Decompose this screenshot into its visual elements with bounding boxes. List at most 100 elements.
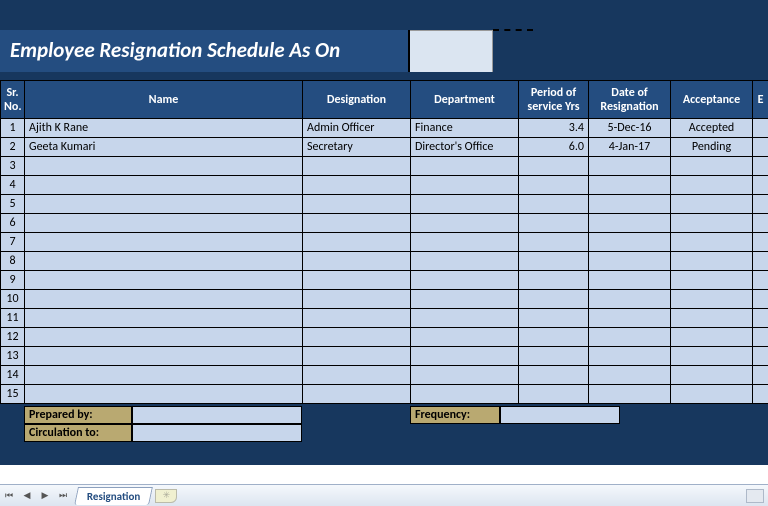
cell-department[interactable] <box>411 271 519 290</box>
cell-sr[interactable]: 9 <box>1 271 25 290</box>
cell-designation[interactable] <box>303 157 411 176</box>
table-row[interactable]: 2Geeta KumariSecretaryDirector's Office6… <box>1 138 768 157</box>
cell-name[interactable]: Ajith K Rane <box>25 119 303 138</box>
cell-extra[interactable] <box>753 157 768 176</box>
cell-sr[interactable]: 6 <box>1 214 25 233</box>
table-row[interactable]: 8 <box>1 252 768 271</box>
cell-period[interactable] <box>519 385 589 404</box>
cell-extra[interactable] <box>753 214 768 233</box>
cell-extra[interactable] <box>753 195 768 214</box>
cell-name[interactable] <box>25 176 303 195</box>
cell-resdate[interactable] <box>589 252 671 271</box>
col-header-department[interactable]: Department <box>411 81 519 119</box>
horizontal-scrollbar-stub[interactable] <box>746 489 764 503</box>
cell-sr[interactable]: 5 <box>1 195 25 214</box>
cell-department[interactable] <box>411 157 519 176</box>
frequency-value[interactable] <box>500 406 620 424</box>
cell-resdate[interactable] <box>589 309 671 328</box>
cell-designation[interactable] <box>303 233 411 252</box>
cell-department[interactable] <box>411 366 519 385</box>
cell-extra[interactable] <box>753 119 768 138</box>
cell-sr[interactable]: 15 <box>1 385 25 404</box>
cell-resdate[interactable] <box>589 385 671 404</box>
cell-acceptance[interactable] <box>671 271 753 290</box>
nav-first-icon[interactable]: ⏮ <box>0 487 18 505</box>
cell-acceptance[interactable]: Pending <box>671 138 753 157</box>
cell-period[interactable] <box>519 347 589 366</box>
cell-extra[interactable] <box>753 252 768 271</box>
table-row[interactable]: 6 <box>1 214 768 233</box>
cell-extra[interactable] <box>753 233 768 252</box>
cell-period[interactable] <box>519 328 589 347</box>
col-header-period[interactable]: Period of service Yrs <box>519 81 589 119</box>
cell-name[interactable] <box>25 271 303 290</box>
cell-period[interactable] <box>519 233 589 252</box>
cell-designation[interactable]: Secretary <box>303 138 411 157</box>
cell-period[interactable] <box>519 214 589 233</box>
cell-resdate[interactable] <box>589 214 671 233</box>
cell-name[interactable] <box>25 233 303 252</box>
cell-designation[interactable] <box>303 195 411 214</box>
cell-sr[interactable]: 8 <box>1 252 25 271</box>
col-header-extra[interactable]: E <box>753 81 768 119</box>
table-row[interactable]: 4 <box>1 176 768 195</box>
circulation-to-value[interactable] <box>132 424 302 442</box>
cell-department[interactable] <box>411 252 519 271</box>
cell-sr[interactable]: 7 <box>1 233 25 252</box>
cell-resdate[interactable] <box>589 157 671 176</box>
new-sheet-icon[interactable]: ✳ <box>155 489 177 503</box>
table-row[interactable]: 15 <box>1 385 768 404</box>
cell-name[interactable] <box>25 385 303 404</box>
cell-acceptance[interactable] <box>671 214 753 233</box>
cell-period[interactable] <box>519 271 589 290</box>
table-row[interactable]: 5 <box>1 195 768 214</box>
nav-prev-icon[interactable]: ◀ <box>18 487 36 505</box>
cell-resdate[interactable] <box>589 195 671 214</box>
cell-resdate[interactable] <box>589 366 671 385</box>
cell-department[interactable] <box>411 195 519 214</box>
cell-department[interactable] <box>411 214 519 233</box>
cell-period[interactable] <box>519 195 589 214</box>
nav-next-icon[interactable]: ▶ <box>36 487 54 505</box>
cell-department[interactable]: Finance <box>411 119 519 138</box>
cell-resdate[interactable] <box>589 290 671 309</box>
cell-sr[interactable]: 1 <box>1 119 25 138</box>
cell-designation[interactable] <box>303 328 411 347</box>
cell-acceptance[interactable] <box>671 176 753 195</box>
cell-designation[interactable] <box>303 366 411 385</box>
cell-designation[interactable] <box>303 309 411 328</box>
title-date-cell[interactable] <box>410 30 493 72</box>
cell-resdate[interactable]: 5-Dec-16 <box>589 119 671 138</box>
cell-extra[interactable] <box>753 366 768 385</box>
table-row[interactable]: 7 <box>1 233 768 252</box>
cell-department[interactable] <box>411 328 519 347</box>
col-header-sr[interactable]: Sr. No. <box>1 81 25 119</box>
cell-extra[interactable] <box>753 328 768 347</box>
cell-name[interactable] <box>25 347 303 366</box>
cell-resdate[interactable] <box>589 271 671 290</box>
cell-period[interactable] <box>519 309 589 328</box>
table-row[interactable]: 14 <box>1 366 768 385</box>
cell-designation[interactable]: Admin Officer <box>303 119 411 138</box>
cell-designation[interactable] <box>303 252 411 271</box>
col-header-designation[interactable]: Designation <box>303 81 411 119</box>
table-row[interactable]: 3 <box>1 157 768 176</box>
cell-acceptance[interactable] <box>671 233 753 252</box>
cell-acceptance[interactable] <box>671 309 753 328</box>
cell-designation[interactable] <box>303 214 411 233</box>
cell-name[interactable] <box>25 328 303 347</box>
cell-sr[interactable]: 2 <box>1 138 25 157</box>
cell-acceptance[interactable] <box>671 385 753 404</box>
col-header-resignation-date[interactable]: Date of Resignation <box>589 81 671 119</box>
cell-period[interactable]: 3.4 <box>519 119 589 138</box>
cell-name[interactable] <box>25 252 303 271</box>
table-row[interactable]: 12 <box>1 328 768 347</box>
cell-name[interactable] <box>25 290 303 309</box>
cell-acceptance[interactable] <box>671 195 753 214</box>
cell-name[interactable] <box>25 214 303 233</box>
cell-designation[interactable] <box>303 176 411 195</box>
cell-resdate[interactable] <box>589 347 671 366</box>
cell-designation[interactable] <box>303 347 411 366</box>
col-header-name[interactable]: Name <box>25 81 303 119</box>
cell-department[interactable] <box>411 347 519 366</box>
